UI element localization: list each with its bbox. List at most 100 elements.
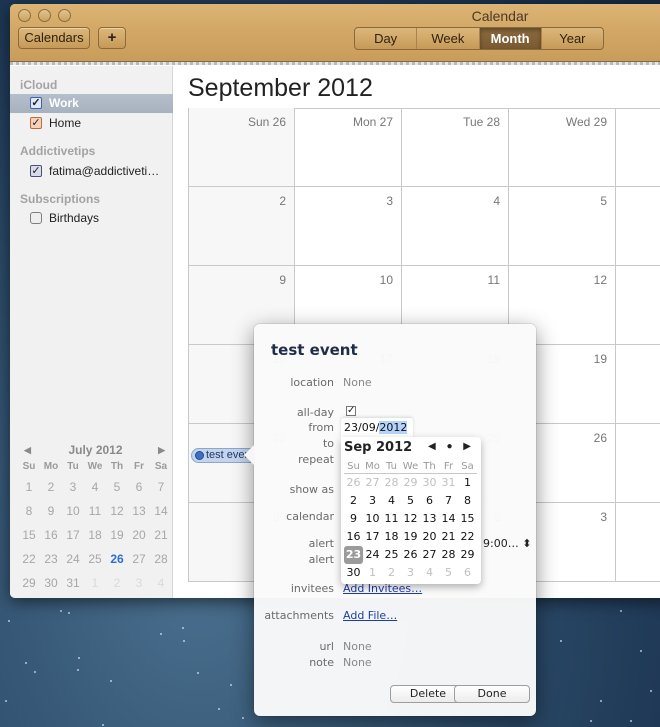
day-cell[interactable]: Tue 28 bbox=[402, 108, 509, 187]
mini-calendar-day[interactable]: 18 bbox=[84, 523, 106, 547]
date-picker-day[interactable]: 29 bbox=[458, 546, 477, 564]
mini-calendar-day[interactable]: 15 bbox=[18, 523, 40, 547]
day-cell[interactable]: Mon 27 bbox=[295, 108, 402, 187]
mini-calendar-day[interactable]: 2 bbox=[106, 571, 128, 595]
checkbox-icon[interactable]: ✓ bbox=[30, 117, 42, 129]
allday-checkbox[interactable]: ✓ bbox=[346, 406, 356, 416]
event-title[interactable]: test event bbox=[271, 341, 358, 359]
date-picker-day[interactable]: 31 bbox=[439, 474, 458, 492]
calendars-button[interactable]: Calendars bbox=[18, 27, 90, 49]
next-month-icon[interactable]: ▶ bbox=[158, 441, 165, 459]
date-picker-day[interactable]: 15 bbox=[458, 510, 477, 528]
mini-calendar-day[interactable]: 4 bbox=[150, 571, 172, 595]
mini-calendar-day[interactable]: 5 bbox=[106, 475, 128, 499]
day-cell[interactable]: 5 bbox=[509, 187, 616, 266]
day-cell[interactable]: Sun 26 bbox=[188, 108, 295, 187]
mini-calendar-day[interactable]: 10 bbox=[62, 499, 84, 523]
day-cell[interactable] bbox=[616, 503, 660, 582]
mini-calendar-day[interactable]: 19 bbox=[106, 523, 128, 547]
mini-calendar-day[interactable]: 7 bbox=[150, 475, 172, 499]
from-date-field[interactable]: 23/09/2012 bbox=[341, 418, 413, 438]
mini-calendar-day[interactable]: 11 bbox=[84, 499, 106, 523]
alert-time-stepper[interactable]: 9:00… ⬍ bbox=[483, 537, 531, 550]
date-picker-day[interactable]: 26 bbox=[344, 474, 363, 492]
day-cell[interactable]: Wed 29 bbox=[509, 108, 616, 187]
day-cell[interactable] bbox=[616, 345, 660, 424]
day-cell[interactable] bbox=[616, 266, 660, 345]
tab-year[interactable]: Year bbox=[542, 28, 603, 49]
date-picker-day[interactable]: 11 bbox=[382, 510, 401, 528]
date-picker-day[interactable]: 17 bbox=[363, 528, 382, 546]
date-picker-day[interactable]: 9 bbox=[344, 510, 363, 528]
mini-calendar-day[interactable]: 23 bbox=[40, 547, 62, 571]
mini-calendar-day[interactable]: 27 bbox=[128, 547, 150, 571]
mini-calendar-day[interactable]: 30 bbox=[40, 571, 62, 595]
date-picker-day[interactable]: 1 bbox=[458, 474, 477, 492]
day-cell[interactable]: 2 bbox=[188, 187, 295, 266]
date-picker-day[interactable]: 27 bbox=[420, 546, 439, 564]
date-picker-day[interactable]: 26 bbox=[401, 546, 420, 564]
date-picker-day[interactable]: 28 bbox=[439, 546, 458, 564]
day-cell[interactable]: 4 bbox=[402, 187, 509, 266]
date-picker-day[interactable]: 29 bbox=[401, 474, 420, 492]
date-picker-day[interactable]: 7 bbox=[439, 492, 458, 510]
mini-calendar-day[interactable]: 25 bbox=[84, 547, 106, 571]
mini-calendar-day[interactable]: 20 bbox=[128, 523, 150, 547]
date-picker-day[interactable]: 24 bbox=[363, 546, 382, 564]
date-picker-day[interactable]: 1 bbox=[363, 564, 382, 582]
add-file-link[interactable]: Add File… bbox=[343, 609, 397, 622]
date-picker-day[interactable]: 25 bbox=[382, 546, 401, 564]
date-picker-day[interactable]: 3 bbox=[401, 564, 420, 582]
sidebar-item-home[interactable]: ✓ Home bbox=[10, 114, 173, 133]
checkbox-icon[interactable]: ✓ bbox=[30, 165, 42, 177]
mini-calendar-day[interactable]: 2 bbox=[40, 475, 62, 499]
prev-month-icon[interactable]: ◀ bbox=[24, 441, 31, 459]
mini-calendar-day[interactable]: 9 bbox=[40, 499, 62, 523]
date-picker-day[interactable]: 16 bbox=[344, 528, 363, 546]
mini-calendar-day[interactable]: 1 bbox=[84, 571, 106, 595]
tab-day[interactable]: Day bbox=[355, 28, 418, 49]
mini-calendar-day[interactable]: 22 bbox=[18, 547, 40, 571]
sidebar-item-birthdays[interactable]: Birthdays bbox=[10, 209, 173, 228]
date-picker-day[interactable]: 5 bbox=[401, 492, 420, 510]
mini-calendar-day[interactable]: 28 bbox=[150, 547, 172, 571]
date-picker-day[interactable]: 12 bbox=[401, 510, 420, 528]
date-picker-day[interactable]: 27 bbox=[363, 474, 382, 492]
tab-month[interactable]: Month bbox=[479, 28, 542, 49]
mini-calendar-day[interactable]: 12 bbox=[106, 499, 128, 523]
day-cell[interactable] bbox=[616, 187, 660, 266]
date-picker-day[interactable]: 8 bbox=[458, 492, 477, 510]
url-value[interactable]: None bbox=[343, 640, 372, 653]
day-cell[interactable] bbox=[616, 424, 660, 503]
date-picker-day[interactable]: 18 bbox=[382, 528, 401, 546]
mini-calendar-day[interactable]: 17 bbox=[62, 523, 84, 547]
date-picker-day[interactable]: 22 bbox=[458, 528, 477, 546]
mini-calendar-day[interactable]: 31 bbox=[62, 571, 84, 595]
date-picker-day[interactable]: 2 bbox=[344, 492, 363, 510]
date-picker-day[interactable]: 4 bbox=[420, 564, 439, 582]
note-value[interactable]: None bbox=[343, 656, 372, 669]
date-picker-day[interactable]: 10 bbox=[363, 510, 382, 528]
mini-calendar-day[interactable]: 13 bbox=[128, 499, 150, 523]
mini-calendar-day[interactable]: 26 bbox=[106, 547, 128, 571]
location-value[interactable]: None bbox=[343, 376, 372, 389]
mini-calendar-day[interactable]: 24 bbox=[62, 547, 84, 571]
date-picker-day[interactable]: 28 bbox=[382, 474, 401, 492]
mini-calendar-day[interactable]: 21 bbox=[150, 523, 172, 547]
date-picker-day[interactable]: 6 bbox=[458, 564, 477, 582]
mini-calendar-day[interactable]: 6 bbox=[128, 475, 150, 499]
mini-calendar-day[interactable]: 14 bbox=[150, 499, 172, 523]
day-cell[interactable]: 3 bbox=[295, 187, 402, 266]
mini-calendar-day[interactable]: 29 bbox=[18, 571, 40, 595]
tab-week[interactable]: Week bbox=[417, 28, 480, 49]
add-event-button[interactable]: + bbox=[98, 27, 126, 49]
checkbox-icon[interactable]: ✓ bbox=[30, 97, 42, 109]
mini-calendar-day[interactable]: 16 bbox=[40, 523, 62, 547]
mini-calendar-day[interactable]: 3 bbox=[128, 571, 150, 595]
date-picker-day[interactable]: 23 bbox=[344, 546, 363, 564]
date-picker-nav-icons[interactable]: ◀ ● ▶ bbox=[428, 441, 475, 452]
mini-calendar-day[interactable]: 3 bbox=[62, 475, 84, 499]
mini-calendar-day[interactable]: 8 bbox=[18, 499, 40, 523]
date-picker-day[interactable]: 30 bbox=[420, 474, 439, 492]
date-picker-day[interactable]: 13 bbox=[420, 510, 439, 528]
